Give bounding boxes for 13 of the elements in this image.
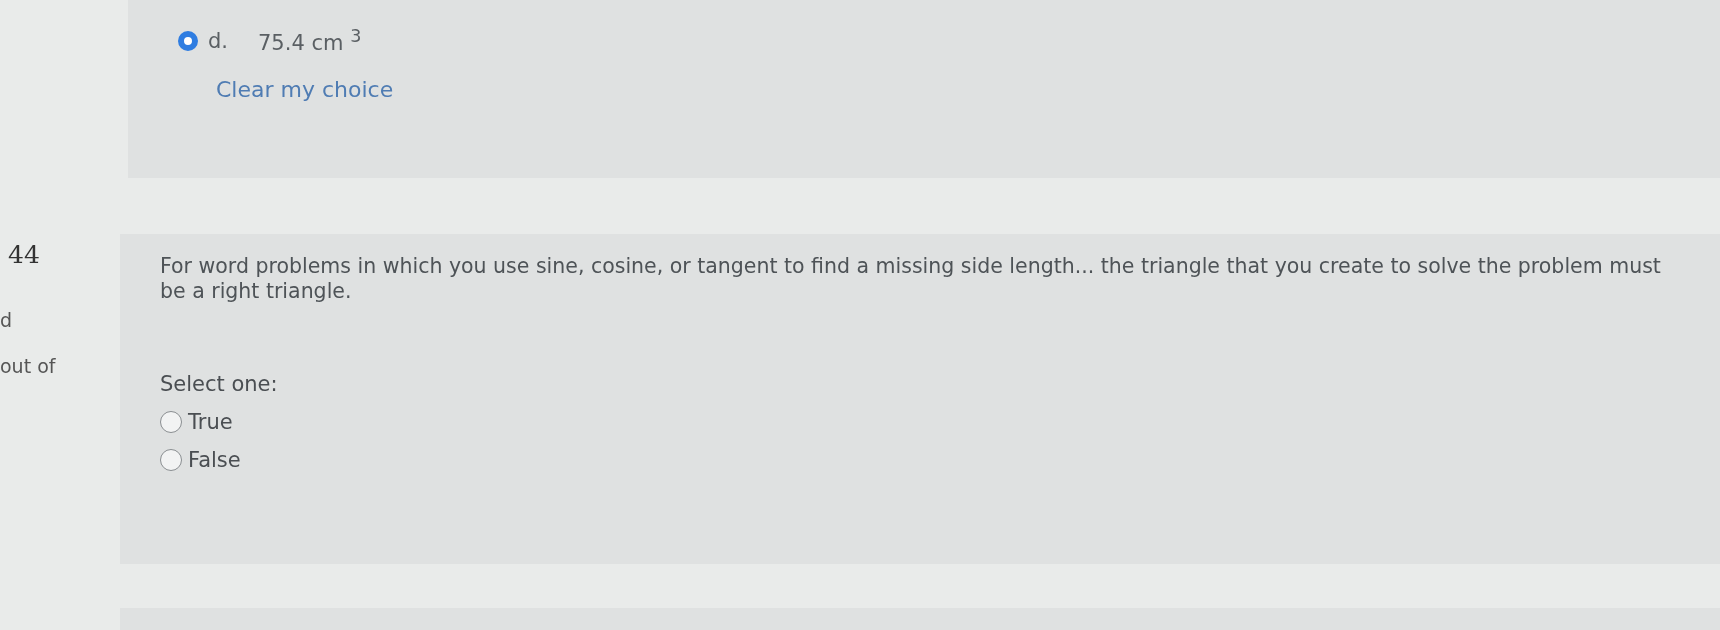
select-prompt: Select one: xyxy=(160,372,279,396)
question-marks: out of xyxy=(0,355,57,377)
option-label: True xyxy=(188,410,233,434)
radio-button[interactable] xyxy=(178,30,198,51)
question-number: 44 xyxy=(7,240,40,269)
radio-button[interactable] xyxy=(160,449,182,471)
clear-choice-link[interactable]: Clear my choice xyxy=(216,77,394,102)
question-text: For word problems in which you use sine, cosine, or tangent to find a missing side length... the triangle that you create to solve the problem must be a right triangle. xyxy=(160,254,1662,304)
option-label: False xyxy=(188,448,241,472)
option-label: 75.4 cm $^{3}$ xyxy=(258,26,362,55)
radio-button[interactable] xyxy=(160,411,182,433)
question-status: d xyxy=(0,309,14,331)
option-letter: d. xyxy=(208,28,229,53)
